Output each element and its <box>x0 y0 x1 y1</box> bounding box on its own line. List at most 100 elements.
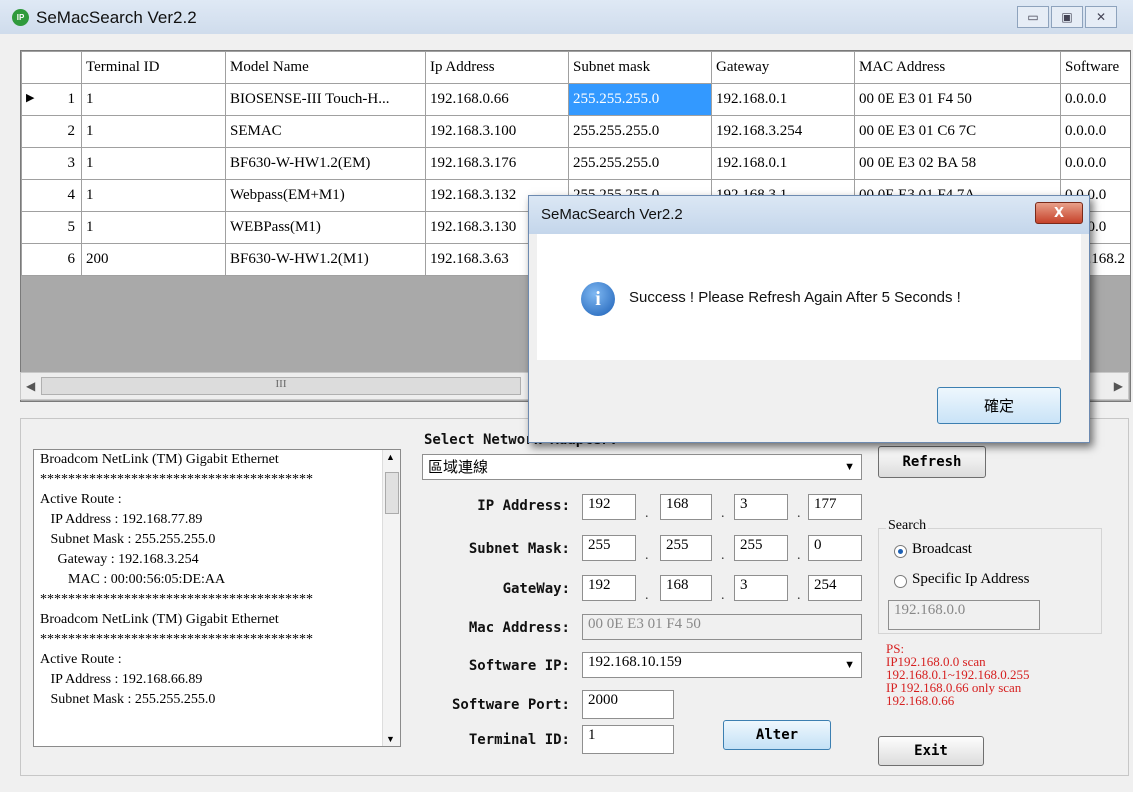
window-title: SeMacSearch Ver2.2 <box>36 8 197 27</box>
table-cell[interactable]: 00 0E E3 02 BA 58 <box>854 147 1061 180</box>
table-cell[interactable]: 255.255.255.0 <box>568 115 712 148</box>
table-cell[interactable]: 0.0.0.0 <box>1060 147 1130 180</box>
adapter-select[interactable]: 區域連線 ▼ <box>422 454 862 480</box>
table-cell[interactable]: 192.168.3.100 <box>425 115 569 148</box>
scroll-up-icon[interactable]: ▲ <box>386 452 395 462</box>
subnet-octet-1[interactable]: 255 <box>582 535 636 561</box>
column-header-mac-address[interactable]: MAC Address <box>854 51 1061 84</box>
log-line: Subnet Mask : 255.255.255.0 <box>40 532 216 547</box>
ip-octet-3[interactable]: 3 <box>734 494 788 520</box>
log-line: *************************************** <box>40 632 313 647</box>
octet-separator: . <box>645 548 649 563</box>
gateway-octet-4[interactable]: 254 <box>808 575 862 601</box>
software-port-input[interactable]: 2000 <box>582 690 674 719</box>
broadcast-radio[interactable] <box>894 545 907 558</box>
refresh-button[interactable]: Refresh <box>878 446 986 478</box>
terminal-id-input[interactable]: 1 <box>582 725 674 754</box>
dialog-ok-button[interactable]: 確定 <box>937 387 1061 424</box>
table-cell[interactable]: 192.168.0.1 <box>711 83 855 116</box>
octet-separator: . <box>645 506 649 521</box>
column-header-model-name[interactable]: Model Name <box>225 51 426 84</box>
table-cell[interactable]: 1 <box>81 179 226 212</box>
table-cell[interactable]: 1 <box>81 211 226 244</box>
subnet-octet-2[interactable]: 255 <box>660 535 712 561</box>
table-cell-selected[interactable]: 255.255.255.0 <box>568 83 712 116</box>
table-cell[interactable]: BF630-W-HW1.2(EM) <box>225 147 426 180</box>
current-row-arrow-icon: ▶ <box>26 92 35 104</box>
table-cell[interactable]: BIOSENSE-III Touch-H... <box>225 83 426 116</box>
scrollbar-thumb[interactable] <box>385 472 399 514</box>
log-vertical-scrollbar[interactable]: ▲ ▼ <box>382 450 400 746</box>
column-header-terminal-id[interactable]: Terminal ID <box>81 51 226 84</box>
table-cell[interactable]: BF630-W-HW1.2(M1) <box>225 243 426 276</box>
table-cell[interactable]: 192.168.3.254 <box>711 115 855 148</box>
column-header-ip-address[interactable]: Ip Address <box>425 51 569 84</box>
table-cell[interactable]: SEMAC <box>225 115 426 148</box>
subnet-octet-4[interactable]: 0 <box>808 535 862 561</box>
gateway-octet-1[interactable]: 192 <box>582 575 636 601</box>
adapter-log[interactable]: Broadcom NetLink (TM) Gigabit Ethernet *… <box>33 449 401 747</box>
specific-ip-label[interactable]: Specific Ip Address <box>912 571 1029 588</box>
ip-octet-2[interactable]: 168 <box>660 494 712 520</box>
table-cell[interactable]: 192.168.3.176 <box>425 147 569 180</box>
log-line: *************************************** <box>40 472 313 487</box>
maximize-button[interactable]: ▣ <box>1051 6 1083 28</box>
broadcast-label[interactable]: Broadcast <box>912 541 972 558</box>
octet-separator: . <box>721 548 725 563</box>
software-ip-label: Software IP: <box>468 658 570 674</box>
row-number-text: 1 <box>67 91 76 107</box>
gateway-label: GateWay: <box>502 581 570 597</box>
column-header-subnet-mask[interactable]: Subnet mask <box>568 51 712 84</box>
dialog-close-button[interactable]: X <box>1035 202 1083 224</box>
close-button[interactable]: ✕ <box>1085 6 1117 28</box>
table-cell[interactable]: WEBPass(M1) <box>225 211 426 244</box>
table-cell[interactable]: 192.168.0.66 <box>425 83 569 116</box>
table-cell[interactable]: 200 <box>81 243 226 276</box>
minimize-button[interactable]: ▭ <box>1017 6 1049 28</box>
row-number: ▶ 1 <box>21 83 82 116</box>
table-cell[interactable]: 1 <box>81 83 226 116</box>
dialog-body: i Success ! Please Refresh Again After 5… <box>537 234 1081 360</box>
table-row[interactable]: 2 1 SEMAC 192.168.3.100 255.255.255.0 19… <box>21 115 1130 148</box>
table-cell[interactable]: 1 <box>81 115 226 148</box>
adapter-select-value: 區域連線 <box>428 460 489 476</box>
exit-button[interactable]: Exit <box>878 736 984 766</box>
table-cell[interactable]: 00 0E E3 01 F4 50 <box>854 83 1061 116</box>
column-header-software[interactable]: Software <box>1060 51 1130 84</box>
table-cell[interactable]: 00 0E E3 01 C6 7C <box>854 115 1061 148</box>
scroll-left-icon[interactable]: ◀ <box>26 379 35 394</box>
table-cell[interactable]: Webpass(EM+M1) <box>225 179 426 212</box>
log-line: Subnet Mask : 255.255.255.0 <box>40 692 216 707</box>
log-line: Active Route : <box>40 652 122 667</box>
octet-separator: . <box>797 588 801 603</box>
gateway-octet-2[interactable]: 168 <box>660 575 712 601</box>
column-header-gateway[interactable]: Gateway <box>711 51 855 84</box>
ip-octet-4[interactable]: 177 <box>808 494 862 520</box>
scroll-down-icon[interactable]: ▼ <box>386 734 395 744</box>
table-cell[interactable]: 1 <box>81 147 226 180</box>
octet-separator: . <box>797 548 801 563</box>
subnet-octet-3[interactable]: 255 <box>734 535 788 561</box>
dialog-title: SeMacSearch Ver2.2 <box>541 206 683 223</box>
scrollbar-thumb[interactable]: III <box>41 377 521 395</box>
table-header-row: Terminal ID Model Name Ip Address Subnet… <box>21 51 1130 84</box>
table-row[interactable]: 3 1 BF630-W-HW1.2(EM) 192.168.3.176 255.… <box>21 147 1130 180</box>
column-header-rownum[interactable] <box>21 51 82 84</box>
scroll-right-icon[interactable]: ▶ <box>1114 379 1123 394</box>
table-cell[interactable]: 0.0.0.0 <box>1060 115 1130 148</box>
software-ip-value: 192.168.10.159 <box>588 654 682 670</box>
mac-address-label: Mac Address: <box>468 620 570 636</box>
table-cell[interactable]: 192.168.0.1 <box>711 147 855 180</box>
alter-button[interactable]: Alter <box>723 720 831 750</box>
log-line: Gateway : 192.168.3.254 <box>40 552 199 567</box>
table-row[interactable]: ▶ 1 1 BIOSENSE-III Touch-H... 192.168.0.6… <box>21 83 1130 116</box>
table-cell[interactable]: 0.0.0.0 <box>1060 83 1130 116</box>
ip-octet-1[interactable]: 192 <box>582 494 636 520</box>
gateway-octet-3[interactable]: 3 <box>734 575 788 601</box>
log-line: Broadcom NetLink (TM) Gigabit Ethernet <box>40 452 279 467</box>
software-ip-select[interactable]: 192.168.10.159 ▼ <box>582 652 862 678</box>
specific-ip-radio[interactable] <box>894 575 907 588</box>
log-line: Broadcom NetLink (TM) Gigabit Ethernet <box>40 612 279 627</box>
row-number: 4 <box>21 179 82 212</box>
table-cell[interactable]: 255.255.255.0 <box>568 147 712 180</box>
